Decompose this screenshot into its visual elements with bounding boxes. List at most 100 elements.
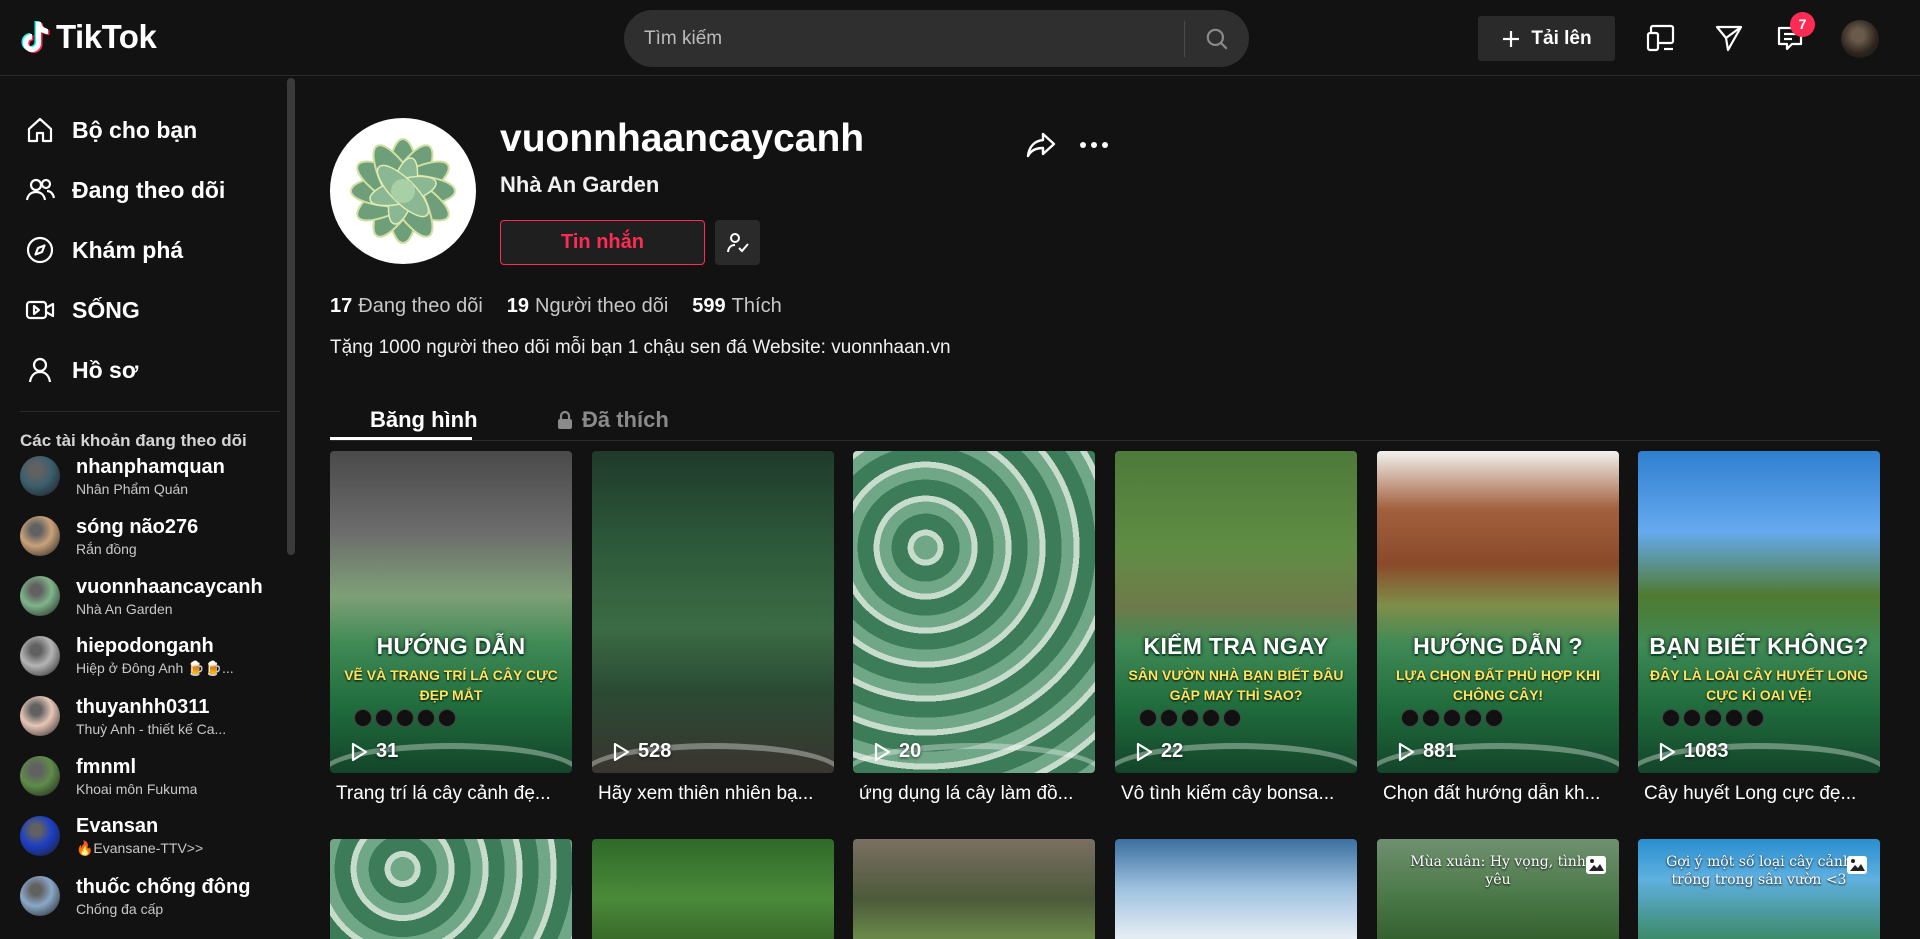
play-count-value: 31 [376,740,399,762]
account-username: fmnml [76,755,136,778]
likes-count: 599 [692,295,726,317]
tiktok-logo[interactable]: TikTok [20,18,157,56]
play-count: 1083 [1658,740,1729,763]
following-status-button[interactable] [715,220,760,265]
nav-profile[interactable]: Hồ sơ [24,350,138,390]
likes-stat: 599 Thích [692,295,781,318]
following-account-item[interactable]: vuonnhaancaycanh Nhà An Garden [20,572,263,620]
account-text: Evansan 🔥Evansane-TTV>> [76,815,203,857]
play-count: 20 [873,740,921,763]
video-overlay-subtitle: ĐÂY LÀ LOÀI CÂY HUYẾT LONG CỰC KÌ OAI VỆ… [1649,667,1869,703]
following-account-item[interactable]: fmnml Khoai môn Fukuma [20,752,197,800]
video-overlay-title: KIỂM TRA NGAY [1143,633,1329,659]
sidebar-divider [20,411,280,412]
account-username: sóng não276 [76,515,199,538]
search-button[interactable] [1185,10,1249,67]
video-caption[interactable]: Cây huyết Long cực đẹ... [1638,783,1880,805]
account-nickname: Nhà An Garden [76,600,173,617]
following-account-item[interactable]: Evansan 🔥Evansane-TTV>> [20,812,203,860]
video-thumbnail[interactable]: Gợi ý một số loại cây cảnh trồng trong s… [1638,839,1880,939]
video-card[interactable]: BẠN BIẾT KHÔNG? ĐÂY LÀ LOÀI CÂY HUYẾT LON… [1638,451,1880,805]
video-thumbnail[interactable]: 528 [592,451,834,773]
video-card[interactable]: 528 Hãy xem thiên nhiên bạ... [592,451,834,805]
compass-icon [24,234,56,266]
video-thumbnail[interactable]: HƯỚNG DẪN VẼ VÀ TRANG TRÍ LÁ CÂY CỰC ĐẸP … [330,451,572,773]
play-icon [613,742,630,761]
video-thumbnail[interactable] [853,839,1095,939]
user-check-icon [726,232,749,252]
search-icon [1206,28,1228,50]
account-avatar [20,516,60,556]
play-count: 22 [1135,740,1183,763]
messages-button[interactable] [1711,20,1747,56]
video-thumbnail[interactable]: KIỂM TRA NGAY SÂN VƯỜN NHÀ BẠN BIẾT ĐÂU G… [1115,451,1357,773]
tab-liked[interactable]: Đã thích [556,400,669,440]
following-account-item[interactable]: hiepodonganh Hiệp ở Đông Anh 🍺🍺... [20,632,234,680]
devices-button[interactable] [1643,20,1679,56]
following-account-item[interactable]: sóng não276 Rắn đồng [20,512,198,560]
tab-videos-label: Băng hình [370,407,478,432]
nav-label: SỐNG [72,296,140,323]
photo-mode-icon [1585,855,1607,875]
more-dots-icon [1080,142,1108,148]
video-thumbnail[interactable]: 20 [853,451,1095,773]
user-avatar[interactable] [1841,20,1879,58]
account-username: hiepodonganh [76,635,214,657]
nav-live[interactable]: SỐNG [24,290,140,330]
followers-label: Người theo dõi [535,295,669,317]
following-count: 17 [330,295,353,317]
social-icons-row [1139,709,1241,727]
video-overlay-title: BẠN BIẾT KHÔNG? [1649,633,1869,659]
video-caption[interactable]: Vô tình kiếm cây bonsa... [1115,783,1357,805]
play-icon [1398,742,1415,761]
video-caption[interactable]: Chọn đất hướng dẫn kh... [1377,783,1619,805]
following-account-item[interactable]: nhanphamquan Nhân Phẩm Quán [20,452,225,500]
followers-stat[interactable]: 19 Người theo dõi [507,295,669,318]
profile-username: vuonnhaancaycanh [500,117,865,160]
video-caption[interactable]: ứng dụng lá cây làm đồ... [853,783,1095,805]
following-account-item[interactable]: thuốc chống đông Chống đa cấp [20,872,250,920]
home-icon [24,114,56,146]
video-thumbnail[interactable] [1115,839,1357,939]
profile-icon [24,354,56,386]
video-card[interactable]: KIỂM TRA NGAY SÂN VƯỜN NHÀ BẠN BIẾT ĐÂU G… [1115,451,1357,805]
video-card[interactable]: 20 ứng dụng lá cây làm đồ... [853,451,1095,805]
more-options-button[interactable] [1078,132,1110,158]
play-count-value: 22 [1161,740,1184,762]
likes-label: Thích [731,295,782,317]
share-icon [1026,132,1056,158]
video-thumbnail[interactable] [330,839,572,939]
succulent-avatar-image [350,138,456,244]
play-count: 528 [612,740,671,763]
play-icon [351,742,368,761]
account-text: hiepodonganh Hiệp ở Đông Anh 🍺🍺... [76,635,234,677]
upload-label: Tải lên [1531,27,1592,49]
nav-for-you[interactable]: Bộ cho bạn [24,110,197,150]
video-card[interactable]: HƯỚNG DẪN ? LỰA CHỌN ĐẤT PHÙ HỢP KHI CHÔN… [1377,451,1619,805]
account-text: thuyanhh0311 Thuỳ Anh - thiết kế Ca... [76,696,226,737]
video-thumbnail[interactable] [592,839,834,939]
message-button[interactable]: Tin nhắn [500,220,705,265]
search-input[interactable] [624,27,1184,50]
video-overlay-subtitle: SÂN VƯỜN NHÀ BẠN BIẾT ĐÂU GẶP MAY THÌ SA… [1128,667,1344,703]
account-avatar [20,696,60,736]
following-stat[interactable]: 17 Đang theo dõi [330,295,483,318]
nav-following[interactable]: Đang theo dõi [24,170,225,210]
send-icon [1715,25,1743,52]
video-caption[interactable]: Hãy xem thiên nhiên bạ... [592,783,834,805]
tab-videos[interactable]: Băng hình [370,400,478,440]
video-thumbnail[interactable]: HƯỚNG DẪN ? LỰA CHỌN ĐẤT PHÙ HỢP KHI CHÔN… [1377,451,1619,773]
video-thumbnail[interactable]: Mùa xuân: Hy vọng, tình yêu [1377,839,1619,939]
upload-button[interactable]: Tải lên [1478,16,1615,61]
play-count-value: 528 [638,740,672,762]
following-account-item[interactable]: thuyanhh0311 Thuỳ Anh - thiết kế Ca... [20,692,226,740]
account-text: nhanphamquan Nhân Phẩm Quán [76,456,225,497]
video-thumbnail[interactable]: BẠN BIẾT KHÔNG? ĐÂY LÀ LOÀI CÂY HUYẾT LON… [1638,451,1880,773]
video-overlay-subtitle: LỰA CHỌN ĐẤT PHÙ HỢP KHI CHÔNG CÂY! [1395,667,1600,703]
inbox-badge: 7 [1790,12,1815,37]
video-card[interactable]: HƯỚNG DẪN VẼ VÀ TRANG TRÍ LÁ CÂY CỰC ĐẸP … [330,451,572,805]
sidebar-scrollbar[interactable] [287,78,295,555]
share-button[interactable] [1025,130,1057,160]
video-caption[interactable]: Trang trí lá cây cảnh đẹ... [330,783,572,805]
nav-explore[interactable]: Khám phá [24,230,183,270]
